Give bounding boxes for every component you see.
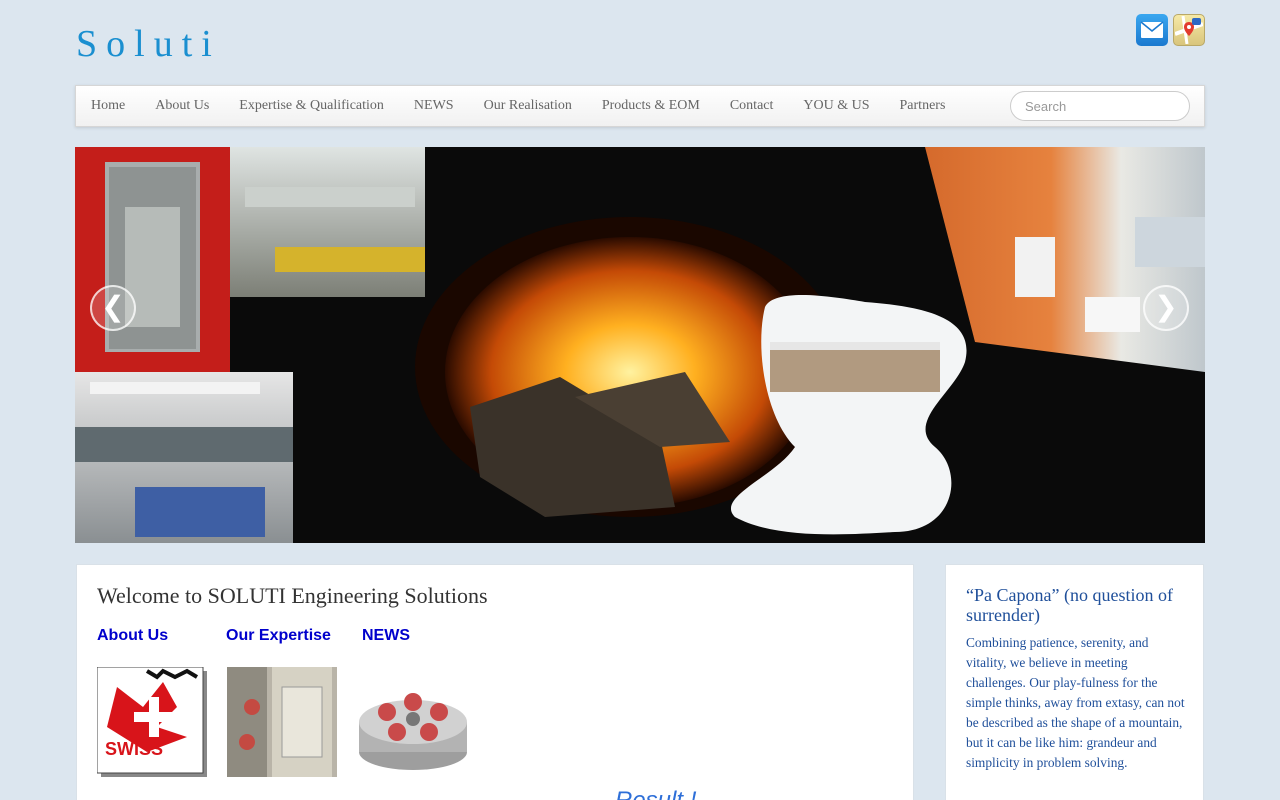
expertise-thumbnail[interactable] — [227, 667, 337, 782]
top-icons — [1136, 14, 1205, 46]
sidebar-text: Combining patience, serenity, and vitali… — [966, 635, 1185, 770]
slider-prev-button[interactable]: ❮ — [90, 285, 136, 331]
about-us-thumbnail[interactable]: SWISS — [96, 666, 209, 784]
welcome-panel: Welcome to SOLUTI Engineering Solutions … — [76, 564, 914, 800]
nav-item-news[interactable]: NEWS — [414, 98, 454, 114]
nav-item-you-and-us[interactable]: YOU & US — [803, 98, 869, 114]
news-link[interactable]: NEWS — [362, 627, 410, 645]
result-heading: ...Result !... — [595, 787, 716, 800]
welcome-title: Welcome to SOLUTI Engineering Solutions — [97, 583, 488, 608]
our-expertise-link[interactable]: Our Expertise — [226, 627, 331, 645]
sidebar-title: “Pa Capona” (no question of surrender) — [966, 585, 1173, 625]
nav-item-our-realisation[interactable]: Our Realisation — [484, 98, 572, 114]
mail-icon[interactable] — [1136, 14, 1168, 46]
site-logo[interactable]: Soluti — [76, 22, 221, 66]
nav-item-products[interactable]: Products & EOM — [602, 98, 700, 114]
image-slider: ❮ ❯ — [75, 147, 1205, 543]
nav-item-contact[interactable]: Contact — [730, 98, 774, 114]
sidebar-panel: “Pa Capona” (no question of surrender) C… — [945, 564, 1204, 800]
news-thumbnail[interactable] — [357, 667, 469, 782]
search-input[interactable] — [1010, 91, 1190, 121]
nav-item-partners[interactable]: Partners — [900, 98, 946, 114]
slider-image — [75, 147, 1205, 543]
about-us-link[interactable]: About Us — [97, 627, 168, 645]
slider-next-button[interactable]: ❯ — [1143, 285, 1189, 331]
nav-item-home[interactable]: Home — [91, 98, 125, 114]
main-navigation: Home About Us Expertise & Qualification … — [75, 85, 1205, 127]
nav-item-about-us[interactable]: About Us — [155, 98, 209, 114]
nav-item-expertise[interactable]: Expertise & Qualification — [239, 98, 384, 114]
map-icon[interactable] — [1173, 14, 1205, 46]
swiss-made-text: SWISS — [105, 739, 163, 759]
